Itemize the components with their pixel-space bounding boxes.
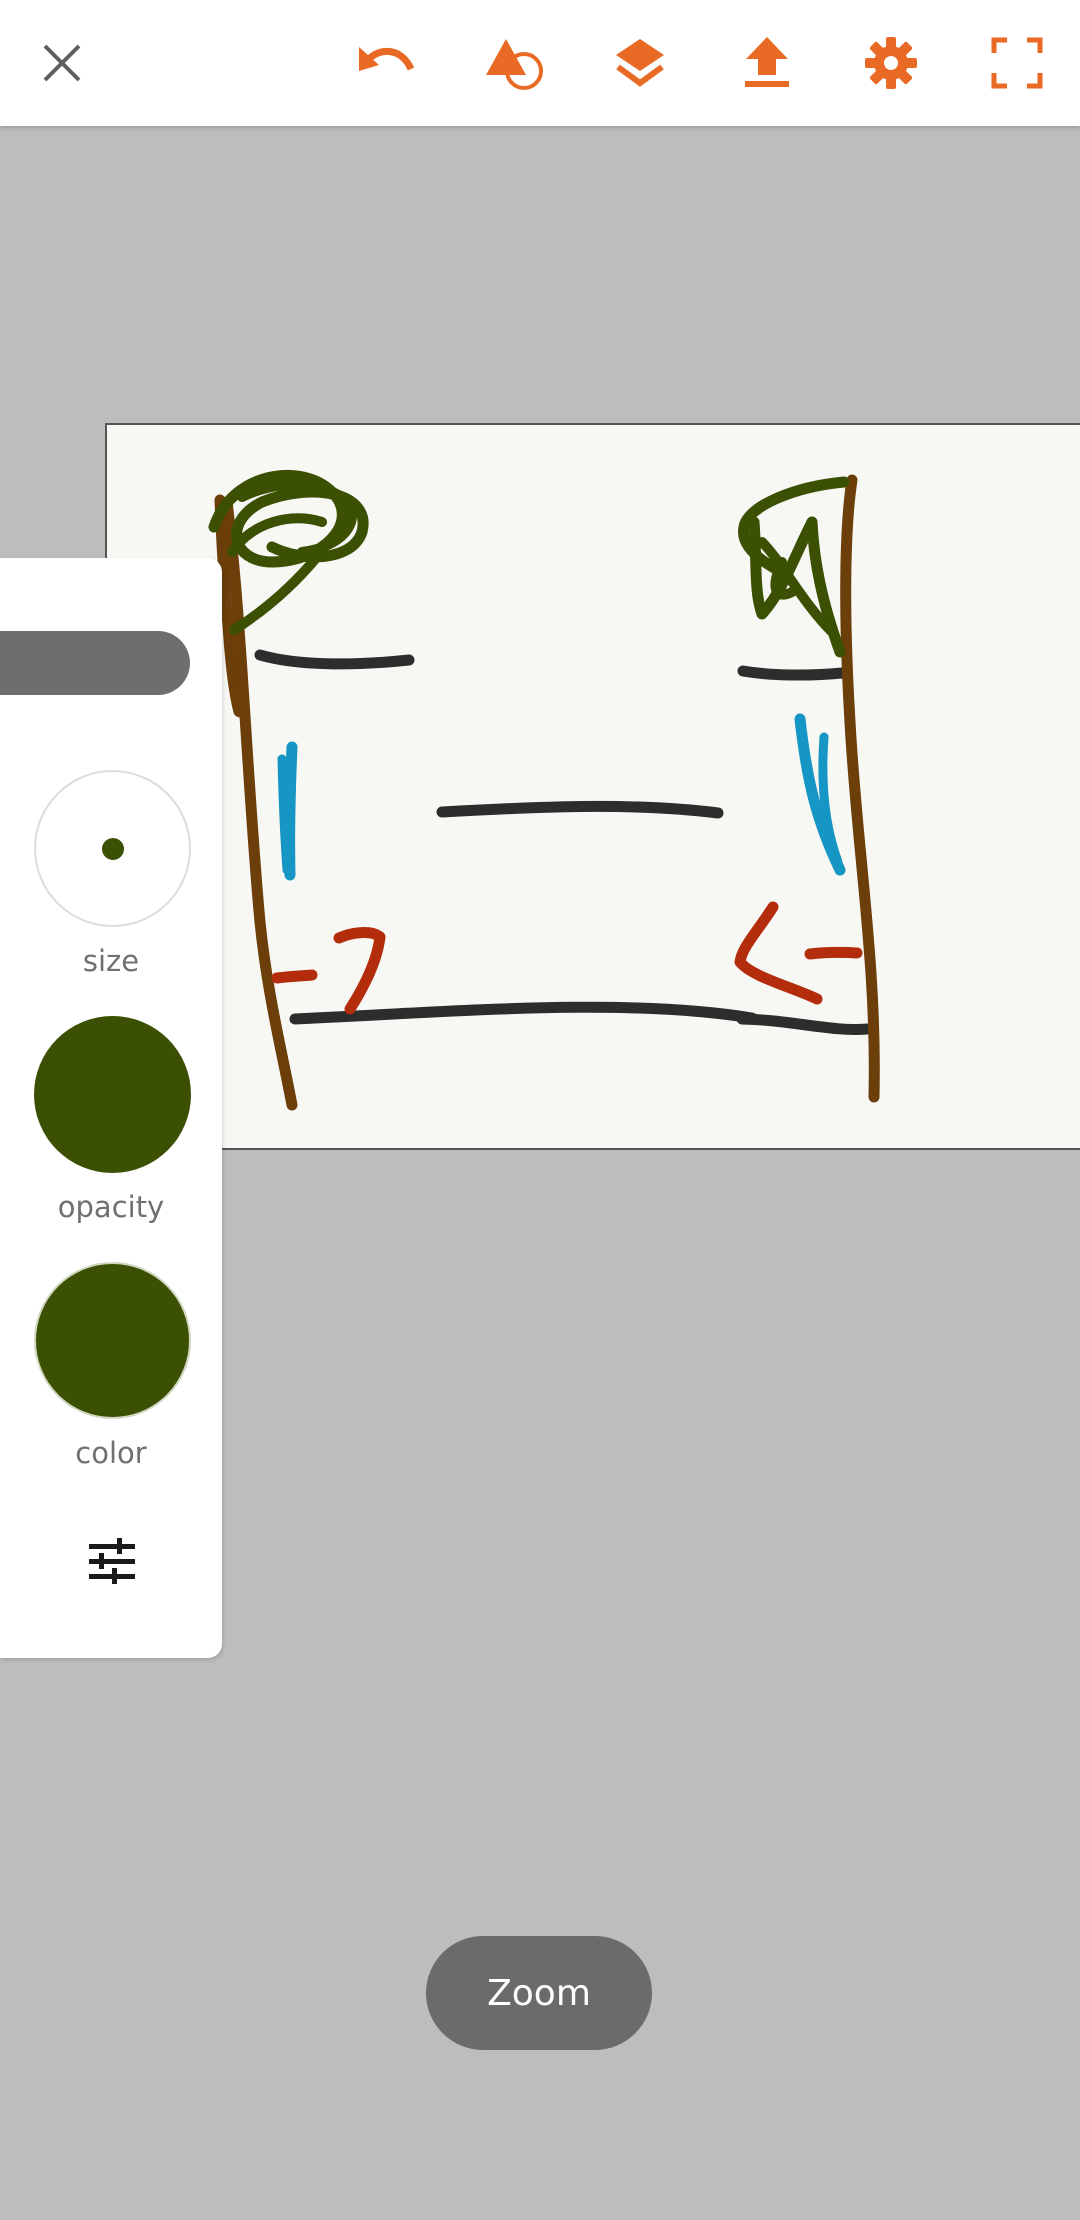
opacity-control[interactable]	[34, 1016, 191, 1173]
canvas-strokes	[208, 469, 880, 1111]
stroke-blue-left-2	[277, 754, 292, 875]
sliders-icon	[89, 1538, 135, 1584]
stroke-gray-4	[736, 1013, 873, 1035]
stroke-red-right-2	[804, 946, 863, 960]
size-control[interactable]	[34, 770, 191, 927]
close-button[interactable]	[22, 23, 102, 103]
size-indicator-dot	[101, 837, 124, 860]
stroke-brown-right	[840, 474, 880, 1103]
color-swatch[interactable]	[34, 1262, 191, 1419]
settings-button[interactable]	[851, 23, 931, 103]
stroke-green-left-4	[229, 552, 322, 635]
shapes-button[interactable]	[474, 23, 554, 103]
zoom-button[interactable]: Zoom	[426, 1936, 652, 2050]
stroke-gray-1	[254, 649, 415, 670]
layers-icon	[616, 39, 664, 87]
settings-gear-icon	[865, 37, 917, 89]
share-upload-icon	[745, 37, 789, 87]
stroke-gray-2	[436, 800, 724, 819]
shapes-icon	[486, 39, 543, 90]
close-icon	[43, 44, 81, 82]
drawing-app: size opacity color Zoom	[0, 0, 1080, 2220]
undo-button[interactable]	[347, 23, 427, 103]
stroke-gray-5	[737, 665, 848, 681]
fullscreen-icon	[991, 37, 1043, 89]
drawing-canvas[interactable]	[105, 423, 1080, 1150]
color-label: color	[75, 1436, 147, 1470]
share-button[interactable]	[727, 23, 807, 103]
brush-panel: size opacity color	[0, 558, 222, 1658]
opacity-label: opacity	[57, 1190, 165, 1224]
stroke-gray-3	[289, 1001, 758, 1025]
top-toolbar	[0, 0, 1080, 126]
fullscreen-button[interactable]	[977, 23, 1057, 103]
brush-settings-button[interactable]	[80, 1530, 144, 1594]
size-label: size	[82, 944, 140, 978]
undo-icon	[359, 47, 415, 71]
stroke-red-left-1	[271, 969, 318, 984]
stroke-red-left-2	[333, 927, 386, 1015]
layers-button[interactable]	[600, 23, 680, 103]
brush-selector-tab[interactable]	[0, 631, 190, 695]
